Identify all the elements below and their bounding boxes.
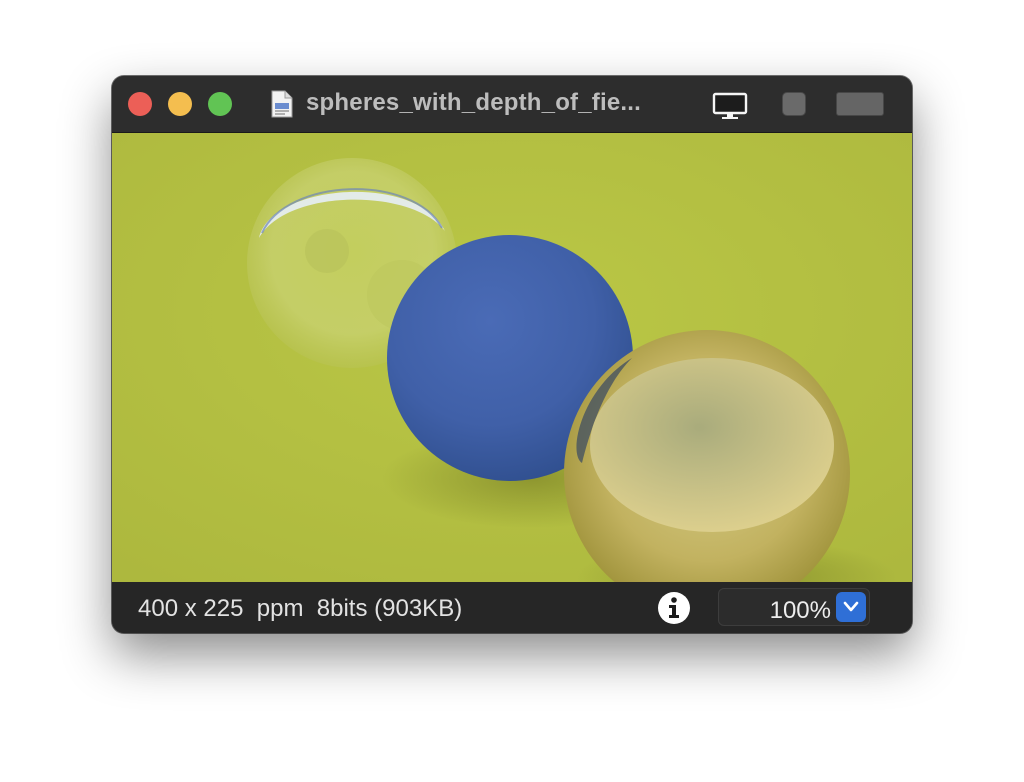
info-icon[interactable] — [656, 590, 692, 626]
image-viewer-window: spheres_with_depth_of_fie... 400 x 225 p… — [112, 76, 912, 633]
document-icon — [271, 90, 293, 118]
zoom-value: 100% — [769, 597, 831, 624]
zoom-select[interactable]: 100% — [718, 588, 870, 626]
monitor-icon[interactable] — [712, 92, 748, 120]
minimize-button[interactable] — [168, 92, 192, 116]
window-size-button[interactable] — [836, 92, 884, 116]
image-info-text: 400 x 225 ppm 8bits (903KB) — [138, 595, 463, 622]
zoom-button[interactable] — [208, 92, 232, 116]
window-title: spheres_with_depth_of_fie... — [306, 89, 642, 116]
title-bar[interactable]: spheres_with_depth_of_fie... — [112, 76, 912, 133]
status-bar: 400 x 225 ppm 8bits (903KB) 100% — [112, 582, 912, 633]
chevron-down-icon[interactable] — [836, 592, 866, 622]
spheres-render — [112, 133, 912, 582]
rendered-image — [112, 133, 912, 582]
toggle-square-button[interactable] — [782, 92, 806, 116]
close-button[interactable] — [128, 92, 152, 116]
